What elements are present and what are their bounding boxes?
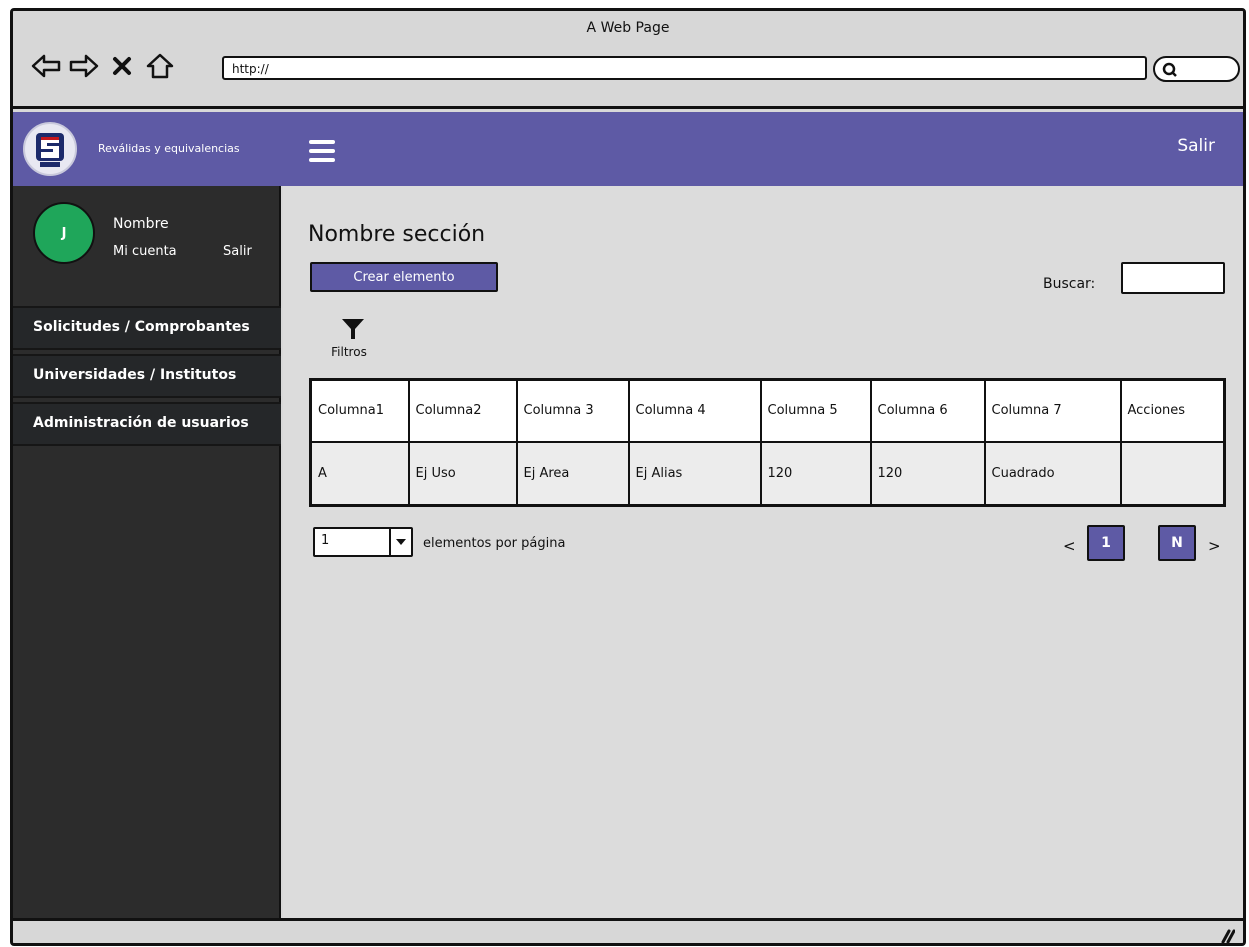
browser-chrome: A Web Page http:// [13, 11, 1243, 109]
resize-grip-icon[interactable] [1219, 929, 1235, 943]
forward-arrow-icon[interactable] [69, 51, 99, 81]
chevron-down-icon[interactable] [389, 529, 411, 555]
column-header: Acciones [1119, 378, 1226, 443]
table-cell: A [309, 440, 410, 507]
column-header[interactable]: Columna 5 [759, 378, 872, 443]
data-table: Columna1 Columna2 Columna 3 Columna 4 Co… [309, 378, 1226, 507]
page-size-select[interactable]: 1 [313, 527, 413, 557]
table-cell: Ej Alias [627, 440, 762, 507]
table-cell: Ej Area [515, 440, 630, 507]
sidebar-item-universidades[interactable]: Universidades / Institutos [13, 354, 281, 398]
create-element-button[interactable]: Crear elemento [310, 262, 498, 292]
search-label: Buscar: [1043, 276, 1096, 292]
next-page-button[interactable]: > [1208, 537, 1221, 555]
search-icon [1162, 62, 1177, 77]
page-size-value: 1 [321, 533, 330, 548]
main-content: Nombre sección Crear elemento Buscar: Fi… [283, 186, 1243, 918]
table-row[interactable]: A Ej Uso Ej Area Ej Alias 120 120 Cuadra… [309, 440, 1226, 507]
back-arrow-icon[interactable] [31, 51, 61, 81]
page-button-last[interactable]: N [1158, 525, 1196, 561]
table-header-row: Columna1 Columna2 Columna 3 Columna 4 Co… [309, 378, 1226, 443]
window-title: A Web Page [586, 20, 670, 36]
column-header[interactable]: Columna 7 [983, 378, 1122, 443]
sidebar-logout-link[interactable]: Salir [223, 244, 252, 259]
browser-status-bar [13, 918, 1243, 943]
column-header[interactable]: Columna 3 [515, 378, 630, 443]
sidebar-item-solicitudes[interactable]: Solicitudes / Comprobantes [13, 306, 281, 350]
filter-label: Filtros [331, 345, 367, 359]
filter-icon [342, 319, 364, 339]
column-header[interactable]: Columna2 [407, 378, 518, 443]
prev-page-button[interactable]: < [1063, 537, 1076, 555]
pagination: < 1 N > [1063, 525, 1223, 561]
avatar[interactable]: J [33, 202, 95, 264]
ucv-logo [23, 122, 77, 176]
sidebar: J Nombre Mi cuenta Salir Solicitudes / C… [13, 186, 281, 918]
table-cell: Ej Uso [407, 440, 518, 507]
address-bar[interactable]: http:// [222, 56, 1147, 80]
search-input[interactable] [1121, 262, 1225, 294]
column-header[interactable]: Columna1 [309, 378, 410, 443]
row-actions-cell[interactable] [1119, 440, 1226, 507]
header-logout-link[interactable]: Salir [1177, 136, 1215, 156]
per-page-label: elementos por página [423, 536, 566, 551]
close-icon[interactable] [107, 51, 137, 81]
table-cell: 120 [869, 440, 986, 507]
browser-nav [31, 51, 175, 81]
user-name: Nombre [113, 216, 169, 232]
app-name: Reválidas y equivalencias [98, 142, 240, 155]
table-cell: Cuadrado [983, 440, 1122, 507]
hamburger-menu-icon[interactable] [309, 140, 335, 162]
browser-window: A Web Page http:// Reválidas y equivalen… [10, 8, 1246, 946]
home-icon[interactable] [145, 51, 175, 81]
page-button-1[interactable]: 1 [1087, 525, 1125, 561]
column-header[interactable]: Columna 6 [869, 378, 986, 443]
filter-button[interactable]: Filtros [331, 317, 373, 359]
column-header[interactable]: Columna 4 [627, 378, 762, 443]
user-panel: J Nombre Mi cuenta Salir [13, 186, 281, 298]
sidebar-item-usuarios[interactable]: Administración de usuarios [13, 402, 281, 446]
app-header: Reválidas y equivalencias Salir [13, 112, 1243, 186]
page-title: Nombre sección [308, 222, 486, 247]
my-account-link[interactable]: Mi cuenta [113, 244, 177, 259]
table-cell: 120 [759, 440, 872, 507]
browser-search-button[interactable] [1153, 56, 1240, 82]
